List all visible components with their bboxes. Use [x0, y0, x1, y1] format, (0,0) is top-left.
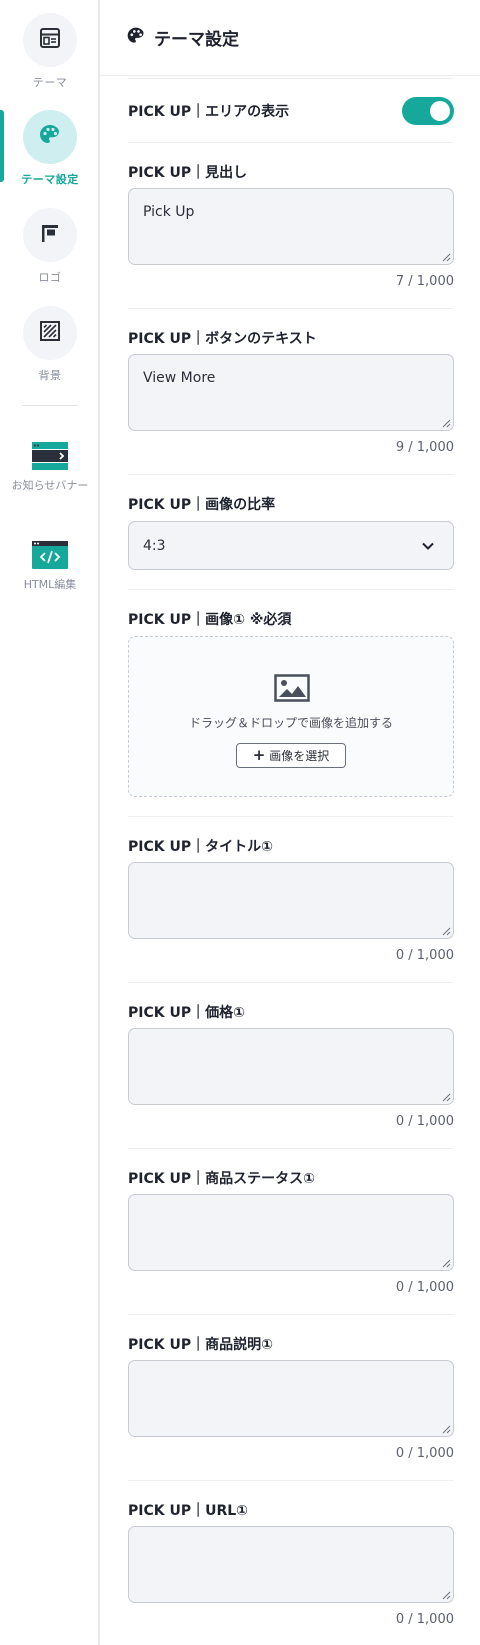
divider [128, 308, 454, 309]
url1-textarea[interactable] [128, 1526, 454, 1603]
resize-grip-icon[interactable] [441, 252, 451, 262]
hatch-pattern-icon [39, 320, 61, 346]
url1-label: PICK UP｜URL① [128, 1503, 249, 1519]
button-text-label: PICK UP｜ボタンのテキスト [128, 331, 317, 347]
sidebar-item-logo[interactable]: ロゴ [0, 208, 100, 285]
nav-circle [23, 306, 77, 360]
description1-counter: 0 / 1,000 [395, 1446, 454, 1461]
sidebar-item-label: HTML編集 [23, 578, 77, 591]
status1-label: PICK UP｜商品ステータス① [128, 1171, 315, 1187]
sidebar-item-theme-settings[interactable]: テーマ設定 [0, 110, 100, 187]
sidebar-item-label: テーマ設定 [21, 173, 79, 186]
divider [128, 1148, 454, 1149]
sidebar-item-label: ロゴ [38, 271, 62, 284]
divider [128, 78, 454, 79]
resize-grip-icon[interactable] [441, 418, 451, 428]
drop-instruction: ドラッグ＆ドロップで画像を追加する [188, 716, 393, 730]
sidebar-item-background[interactable]: 背景 [0, 306, 100, 383]
divider [128, 474, 454, 475]
description1-label: PICK UP｜商品説明① [128, 1337, 273, 1353]
select-image-button[interactable]: + 画像を選択 [236, 743, 346, 768]
image1-label: PICK UP｜画像① ※必須 [128, 612, 292, 628]
sidebar: テーマ テーマ設定 ロゴ 背景 お知らせバナー HTML編集 [0, 0, 100, 1645]
code-icon [0, 541, 100, 569]
toggle-knob [430, 101, 450, 121]
button-text-counter: 9 / 1,000 [395, 440, 454, 455]
status1-counter: 0 / 1,000 [395, 1280, 454, 1295]
sidebar-divider [22, 405, 78, 406]
panel-header: テーマ設定 [100, 0, 480, 76]
title1-textarea[interactable] [128, 862, 454, 939]
heading-textarea[interactable]: Pick Up [128, 188, 454, 265]
sidebar-item-theme[interactable]: テーマ [0, 13, 100, 90]
nav-circle [23, 13, 77, 67]
divider [128, 1314, 454, 1315]
palette-icon [126, 26, 146, 50]
resize-grip-icon[interactable] [441, 1092, 451, 1102]
image-icon [274, 674, 310, 702]
plus-icon: + [252, 746, 266, 764]
button-text-value: View More [143, 370, 216, 386]
status1-textarea[interactable] [128, 1194, 454, 1271]
resize-grip-icon[interactable] [441, 1258, 451, 1268]
image-ratio-select[interactable]: 4:3 [128, 521, 454, 570]
price1-textarea[interactable] [128, 1028, 454, 1105]
price1-counter: 0 / 1,000 [395, 1114, 454, 1129]
palette-icon [38, 123, 62, 151]
heading-value: Pick Up [143, 204, 195, 220]
resize-grip-icon[interactable] [441, 1424, 451, 1434]
title1-label: PICK UP｜タイトル① [128, 839, 273, 855]
heading-label: PICK UP｜見出し [128, 165, 248, 181]
sidebar-item-label: お知らせバナー [11, 479, 89, 492]
nav-circle [23, 208, 77, 262]
select-image-label: 画像を選択 [269, 749, 330, 763]
image-ratio-label: PICK UP｜画像の比率 [128, 497, 276, 513]
divider [128, 982, 454, 983]
price1-label: PICK UP｜価格① [128, 1005, 245, 1021]
image1-dropzone[interactable]: ドラッグ＆ドロップで画像を追加する + 画像を選択 [128, 636, 454, 797]
resize-grip-icon[interactable] [441, 1590, 451, 1600]
heading-counter: 7 / 1,000 [395, 274, 454, 289]
image-ratio-value: 4:3 [143, 537, 166, 554]
nav-circle [23, 110, 77, 164]
description1-textarea[interactable] [128, 1360, 454, 1437]
sidebar-item-label: テーマ [32, 76, 68, 89]
sidebar-item-label: 背景 [38, 369, 62, 382]
button-text-textarea[interactable]: View More [128, 354, 454, 431]
title1-counter: 0 / 1,000 [395, 948, 454, 963]
sidebar-item-notice-banner[interactable]: お知らせバナー [0, 442, 100, 493]
sidebar-item-html-edit[interactable]: HTML編集 [0, 541, 100, 592]
divider [128, 142, 454, 143]
area-display-toggle[interactable] [402, 97, 454, 125]
divider [128, 589, 454, 590]
layout-icon [39, 27, 61, 53]
area-display-label: PICK UP｜エリアの表示 [128, 104, 290, 120]
page-title: テーマ設定 [154, 30, 239, 50]
flag-icon [39, 222, 61, 248]
divider [128, 816, 454, 817]
resize-grip-icon[interactable] [441, 926, 451, 936]
url1-counter: 0 / 1,000 [395, 1612, 454, 1627]
chevron-down-icon [422, 542, 434, 550]
banner-icon [0, 442, 100, 470]
divider [128, 1480, 454, 1481]
